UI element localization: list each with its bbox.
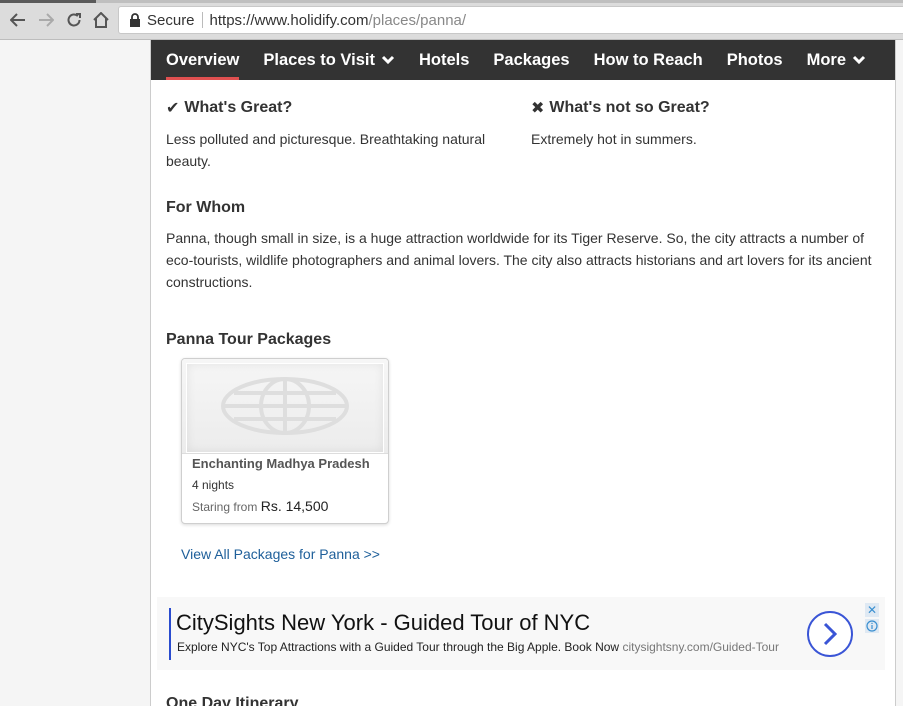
chevron-right-icon [823, 622, 838, 646]
tab-label: Hotels [418, 50, 470, 69]
packages-heading: Panna Tour Packages [166, 331, 332, 348]
package-price: Rs. 14,500 [260, 498, 329, 514]
url-path: /places/panna/ [368, 11, 467, 29]
package-price-line: Staring from Rs. 14,500 [192, 498, 328, 514]
tab-label: Overview [166, 50, 240, 69]
secure-label: Secure [147, 11, 195, 29]
checkmark-icon: ✔ [166, 98, 180, 117]
ad-domain: citysightsny.com/Guided-Tour [622, 640, 779, 654]
forward-icon[interactable] [34, 8, 58, 32]
for-whom-section: For Whom Panna, though small in size, is… [166, 199, 886, 293]
whats-not-great-title: What's not so Great? [549, 98, 710, 116]
section-nav: Overview Places to Visit Hotels Packages… [151, 40, 895, 80]
tab-label: How to Reach [593, 50, 703, 69]
address-bar[interactable]: Secure https://www.holidify.com/places/p… [118, 6, 903, 34]
ad-description-text: Explore NYC's Top Attractions with a Gui… [177, 640, 620, 654]
whats-not-great-text: Extremely hot in summers. [531, 131, 697, 147]
for-whom-heading: For Whom [166, 199, 246, 216]
ad-close-icon[interactable]: ✕ [865, 603, 879, 617]
pros-cons: ✔ What's Great? Less polluted and picture… [166, 98, 881, 172]
tab-strip [0, 0, 903, 3]
package-duration: 4 nights [192, 478, 235, 492]
reload-icon[interactable] [62, 8, 86, 32]
page-content: Overview Places to Visit Hotels Packages… [150, 40, 896, 706]
ad-description: Explore NYC's Top Attractions with a Gui… [177, 640, 779, 654]
whats-great: ✔ What's Great? Less polluted and picture… [166, 98, 531, 172]
ad-headline[interactable]: CitySights New York - Guided Tour of NYC [176, 610, 590, 636]
view-all-packages-link[interactable]: View All Packages for Panna >> [181, 546, 380, 562]
tab-overview[interactable]: Overview [166, 40, 240, 80]
whats-great-title: What's Great? [184, 98, 293, 116]
tab-how-to-reach[interactable]: How to Reach [594, 40, 703, 80]
chevron-down-icon [381, 55, 395, 65]
cross-icon: ✖ [531, 98, 545, 117]
ad-accent-bar [169, 608, 171, 660]
package-image-placeholder [182, 359, 388, 454]
package-card[interactable]: Enchanting Madhya Pradesh 4 nights Stari… [181, 358, 389, 524]
lock-icon [129, 13, 141, 27]
whats-great-heading: ✔ What's Great? [166, 98, 531, 117]
itinerary-heading: One Day Itinerary [166, 695, 299, 706]
tab-label: Places to Visit [263, 50, 375, 69]
back-icon[interactable] [6, 8, 30, 32]
tab-packages[interactable]: Packages [493, 40, 569, 80]
whats-great-text: Less polluted and picturesque. Breathtak… [166, 131, 486, 169]
tab-photos[interactable]: Photos [727, 40, 783, 80]
whats-not-great: ✖ What's not so Great? Extremely hot in s… [531, 98, 881, 172]
tab-more[interactable]: More [807, 40, 866, 80]
whats-not-great-heading: ✖ What's not so Great? [531, 98, 881, 117]
home-icon[interactable] [89, 8, 113, 32]
price-prefix: Staring from [192, 500, 258, 514]
package-name: Enchanting Madhya Pradesh [192, 456, 370, 471]
tab-label: Packages [493, 50, 570, 69]
tab-places-to-visit[interactable]: Places to Visit [263, 40, 395, 80]
tab-hotels[interactable]: Hotels [419, 40, 469, 80]
url-host: https://www.holidify.com [209, 11, 369, 29]
address-separator [201, 12, 203, 28]
tab-label: More [806, 50, 847, 69]
browser-toolbar: Secure https://www.holidify.com/places/p… [0, 0, 903, 40]
ad-go-button[interactable] [807, 611, 853, 657]
globe-icon [221, 377, 349, 435]
ad-banner[interactable]: CitySights New York - Guided Tour of NYC… [157, 597, 885, 670]
for-whom-text: Panna, though small in size, is a huge a… [166, 230, 872, 290]
ad-info-icon[interactable] [865, 619, 879, 633]
chevron-down-icon [852, 55, 866, 65]
tab-label: Photos [726, 50, 783, 69]
